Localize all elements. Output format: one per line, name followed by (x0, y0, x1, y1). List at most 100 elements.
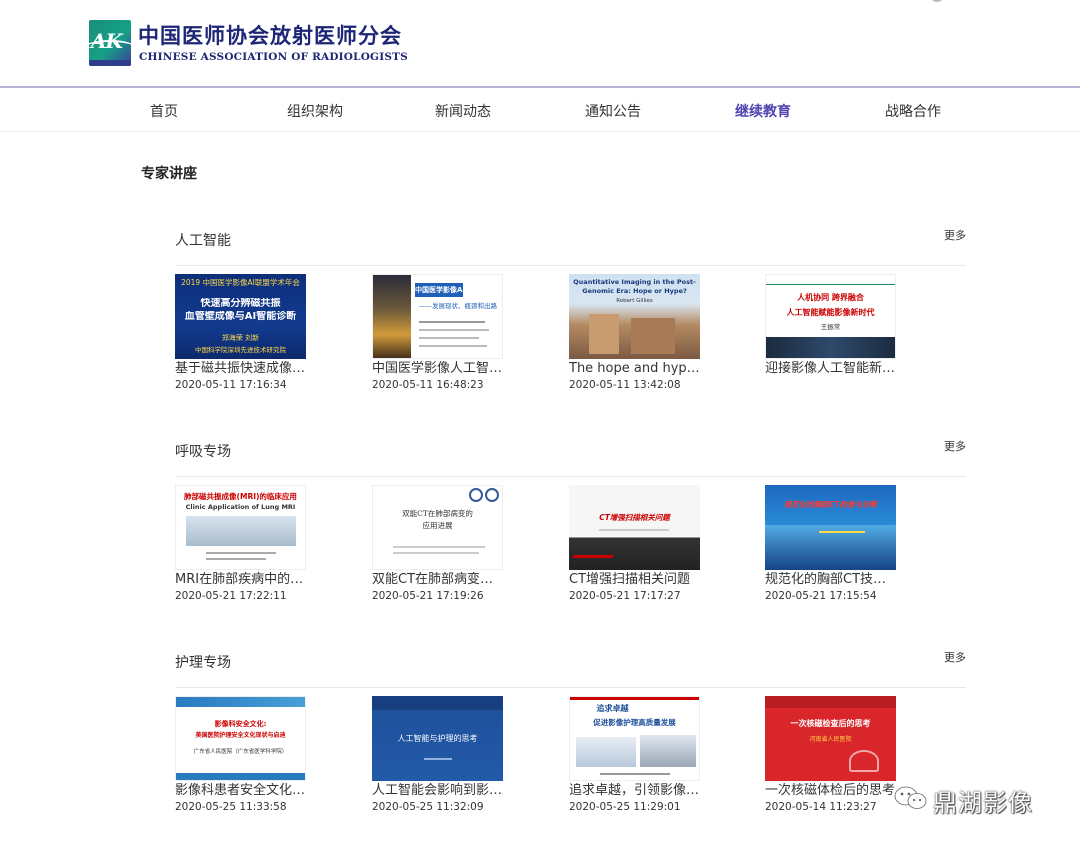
lecture-card[interactable]: 人机协同 跨界融合 人工智能赋能影像新时代 王振常 迎接影像人工智能新时代 (765, 274, 896, 379)
lecture-card[interactable]: 追求卓越 促进影像护理高质量发展 追求卓越，引领影像护理高质量发展 2020-0… (569, 696, 700, 814)
watermark-text: 鼎湖影像 (933, 789, 1033, 817)
lecture-title[interactable]: 影像科患者安全文化建设 (175, 783, 306, 798)
lecture-date: 2020-05-25 11:29:01 (569, 801, 681, 813)
section-title: 人工智能 (175, 233, 231, 249)
lecture-card[interactable]: 中国医学影像AI ——发展现状、瓶颈和出路 中国医学影像人工智能发展现状 202… (372, 274, 503, 392)
thumb-building (186, 516, 296, 546)
nav-item-education[interactable]: 继续教育 (735, 101, 791, 121)
lecture-card[interactable]: 影像科安全文化: 美国医院护理安全文化现状与启迪 广东省人民医院（广东省医学科学… (175, 696, 306, 814)
thumb-footer-band (176, 773, 305, 780)
more-link[interactable]: 更多 (944, 649, 966, 665)
lecture-title[interactable]: The hope and hype of quantitative imagin… (569, 361, 700, 376)
section-title: 护理专场 (175, 655, 231, 671)
lecture-card[interactable]: 2019 中国医学影像AI联盟学术年会 快速高分辨磁共振 血管壁成像与AI智能诊… (175, 274, 306, 392)
lecture-card[interactable]: 双能CT在肺部病变的 应用进展 双能CT在肺部病变的应用进展 2020-05-2… (372, 485, 503, 603)
lecture-thumbnail[interactable]: 人工智能与护理的思考 (372, 696, 503, 781)
thumb-text: Robert Gillies (616, 298, 653, 304)
lecture-card[interactable]: CT增强扫描相关问题 CT增强扫描相关问题 2020-05-21 17:17:2… (569, 485, 700, 603)
section-ai: 人工智能 更多 2019 中国医学影像AI联盟学术年会 快速高分辨磁共振 血管壁… (175, 227, 966, 404)
lecture-thumbnail[interactable]: 一次核磁检查后的思考 河南省人民医院 (765, 696, 896, 781)
lecture-date: 2020-05-11 16:48:23 (372, 379, 484, 391)
lecture-thumbnail[interactable]: 规范化的胸部CT检查与诊断 (765, 485, 896, 570)
section-header: 呼吸专场 更多 (175, 438, 966, 477)
thumb-line (599, 529, 669, 531)
lecture-title[interactable]: 追求卓越，引领影像护理高质量发展 (569, 783, 700, 798)
lecture-title[interactable]: 双能CT在肺部病变的应用进展 (372, 572, 503, 587)
logo-swoosh (89, 40, 131, 58)
lecture-thumbnail[interactable]: 追求卓越 促进影像护理高质量发展 (569, 696, 700, 781)
nav-item-cooperation[interactable]: 战略合作 (885, 101, 941, 121)
thumb-text: 快速高分辨磁共振 (200, 298, 281, 309)
lecture-date: 2020-05-25 11:33:58 (175, 801, 287, 813)
lecture-date: 2020-05-21 17:22:11 (175, 590, 287, 602)
top-dot (932, 0, 942, 2)
card-list: 2019 中国医学影像AI联盟学术年会 快速高分辨磁共振 血管壁成像与AI智能诊… (175, 274, 966, 404)
thumb-photo (640, 735, 696, 767)
thumb-text: 血管壁成像与AI智能诊断 (184, 311, 297, 322)
thumb-text: Clinic Application of Lung MRI (185, 503, 296, 511)
thumb-text: 双能CT在肺部病变的 (402, 509, 473, 518)
lecture-card[interactable]: 一次核磁检查后的思考 河南省人民医院 一次核磁体检后的思考 2020-05-14… (765, 696, 896, 814)
section-title: 呼吸专场 (175, 444, 231, 460)
more-link[interactable]: 更多 (944, 438, 966, 454)
nav-item-organization[interactable]: 组织架构 (287, 101, 343, 121)
lecture-title[interactable]: MRI在肺部疾病中的临床应用 (175, 572, 306, 587)
lecture-thumbnail[interactable]: 肺部磁共振成像(MRI)的临床应用 Clinic Application of … (175, 485, 306, 570)
nav-item-home[interactable]: 首页 (150, 101, 178, 121)
thumb-line (419, 329, 489, 331)
lecture-card[interactable]: 肺部磁共振成像(MRI)的临床应用 Clinic Application of … (175, 485, 306, 603)
lecture-thumbnail[interactable]: 影像科安全文化: 美国医院护理安全文化现状与启迪 广东省人民医院（广东省医学科学… (175, 696, 306, 781)
lecture-title[interactable]: 中国医学影像人工智能发展现状 (372, 361, 503, 376)
lecture-thumbnail[interactable]: Quantitative Imaging in the Post- Genomi… (569, 274, 700, 359)
section-nursing: 护理专场 更多 影像科安全文化: 美国医院护理安全文化现状与启迪 广东省人民医院… (175, 649, 966, 826)
lecture-title[interactable]: 迎接影像人工智能新时代 (765, 361, 896, 376)
thumb-line (206, 558, 266, 560)
lecture-title[interactable]: 规范化的胸部CT技术与诊断 (765, 572, 896, 587)
nav-item-notices[interactable]: 通知公告 (585, 101, 641, 121)
logo-bar (89, 60, 131, 66)
site-header: AK 中国医师协会放射医师分会 CHINESE ASSOCIATION OF R… (0, 0, 1080, 88)
thumb-text: 中国医学影像AI (415, 286, 463, 294)
thumb-line (393, 546, 485, 548)
thumb-header-band (766, 275, 895, 285)
thumb-emblem (469, 488, 483, 502)
thumb-header-band (570, 697, 699, 700)
thumb-text: 广东省人民医院（广东省医学科学院） (193, 749, 288, 755)
lecture-thumbnail[interactable]: 人机协同 跨界融合 人工智能赋能影像新时代 王振常 (765, 274, 896, 359)
lecture-thumbnail[interactable]: CT增强扫描相关问题 (569, 485, 700, 570)
thumb-line (600, 773, 670, 775)
thumb-photo (576, 737, 636, 767)
section-header: 人工智能 更多 (175, 227, 966, 266)
thumb-text: 人工智能与护理的思考 (397, 734, 478, 743)
thumb-line (419, 337, 479, 339)
lecture-title[interactable]: 人工智能会影响到影像护理吗 (372, 783, 503, 798)
org-name-en: CHINESE ASSOCIATION OF RADIOLOGISTS (139, 51, 408, 63)
section-respiratory: 呼吸专场 更多 肺部磁共振成像(MRI)的临床应用 Clinic Applica… (175, 438, 966, 615)
lecture-date: 2020-05-11 13:42:08 (569, 379, 681, 391)
thumb-line (206, 552, 276, 554)
org-name-cn[interactable]: 中国医师协会放射医师分会 (138, 20, 402, 50)
thumb-building (589, 314, 619, 354)
thumb-text: 河南省人民医院 (809, 736, 852, 743)
lecture-card[interactable]: 规范化的胸部CT检查与诊断 规范化的胸部CT技术与诊断 2020-05-21 1… (765, 485, 896, 603)
lecture-card[interactable]: Quantitative Imaging in the Post- Genomi… (569, 274, 700, 392)
lecture-title[interactable]: 一次核磁体检后的思考 (765, 783, 896, 798)
video-progress-bar (573, 555, 613, 558)
thumb-footer-band (766, 337, 895, 358)
thumb-text: 促进影像护理高质量发展 (593, 718, 676, 727)
card-list: 肺部磁共振成像(MRI)的临床应用 Clinic Application of … (175, 485, 966, 615)
lecture-date: 2020-05-21 17:19:26 (372, 590, 484, 602)
thumb-text: 人机协同 跨界融合 (797, 293, 864, 302)
thumb-photo-strip (373, 275, 411, 358)
lecture-thumbnail[interactable]: 2019 中国医学影像AI联盟学术年会 快速高分辨磁共振 血管壁成像与AI智能诊… (175, 274, 306, 359)
lecture-thumbnail[interactable]: 中国医学影像AI ——发展现状、瓶颈和出路 (372, 274, 503, 359)
lecture-thumbnail[interactable]: 双能CT在肺部病变的 应用进展 (372, 485, 503, 570)
lecture-title[interactable]: 基于磁共振快速成像与AI智能诊断 (175, 361, 306, 376)
lecture-title[interactable]: CT增强扫描相关问题 (569, 572, 700, 587)
lecture-card[interactable]: 人工智能与护理的思考 人工智能会影响到影像护理吗 2020-05-25 11:3… (372, 696, 503, 814)
lecture-date: 2020-05-14 11:23:27 (765, 801, 877, 813)
thumb-line (419, 345, 487, 347)
more-link[interactable]: 更多 (944, 227, 966, 243)
association-logo[interactable]: AK (89, 20, 131, 66)
nav-item-news[interactable]: 新闻动态 (435, 101, 491, 121)
